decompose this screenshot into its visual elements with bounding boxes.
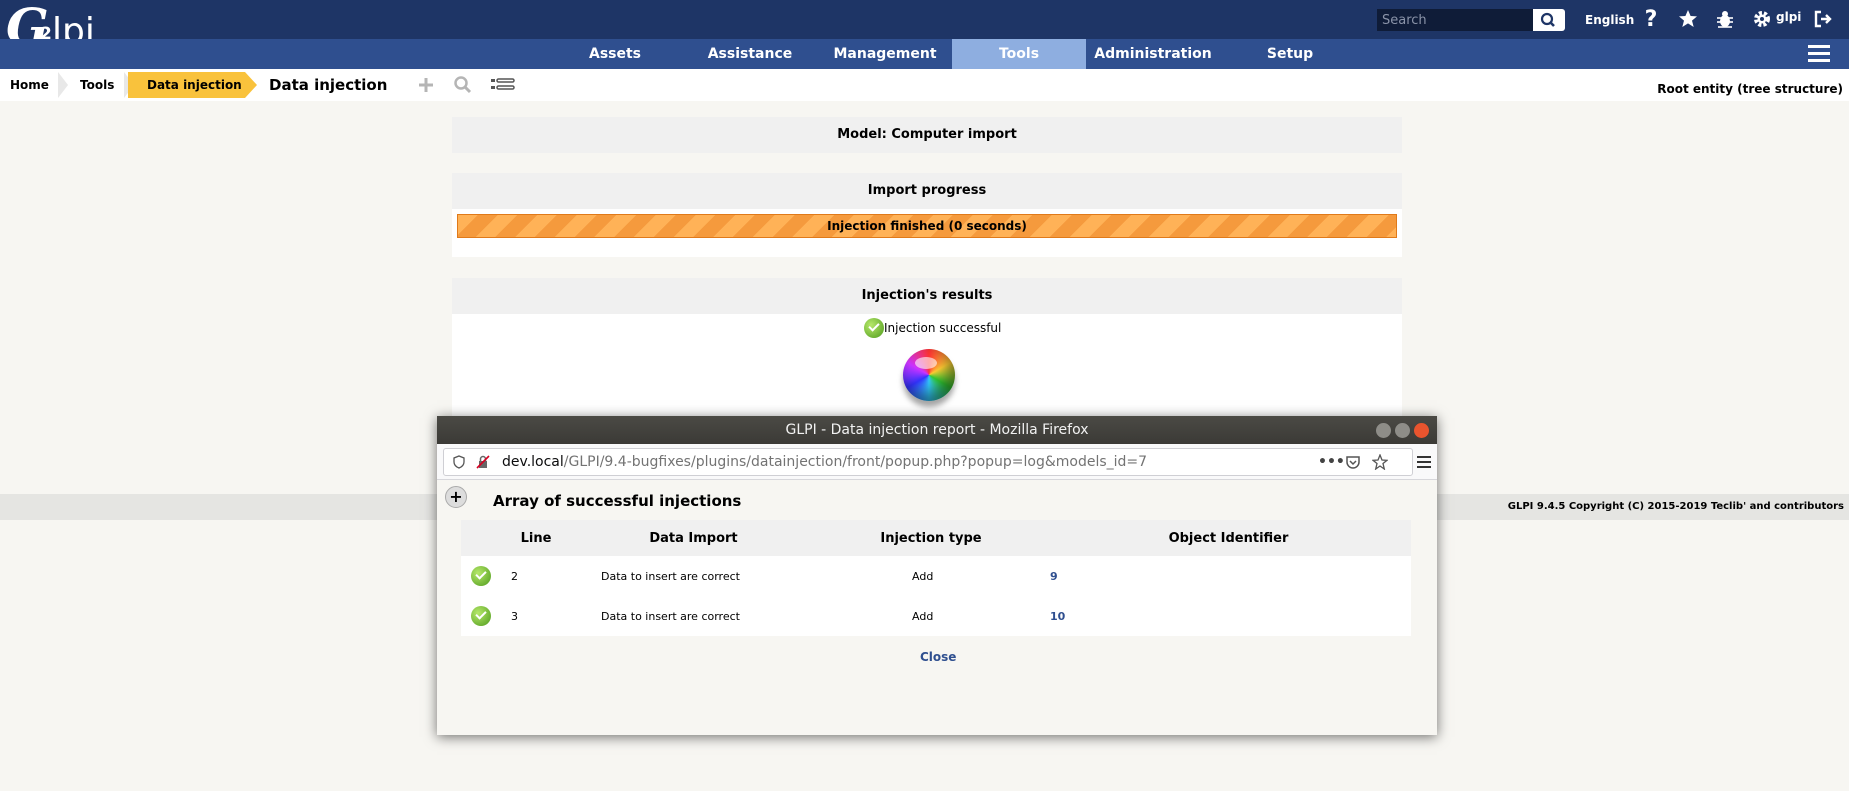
breadcrumb-data-injection[interactable]: Data injection (128, 72, 245, 98)
progress-bar: Injection finished (0 seconds) (457, 214, 1397, 238)
injection-status: Injection successful (864, 318, 1001, 338)
bug-icon[interactable] (1713, 7, 1737, 31)
close-window-button[interactable] (1414, 423, 1429, 438)
cell-data-import: Data to insert are correct (571, 596, 816, 636)
breadcrumb-tools[interactable]: Tools (70, 72, 126, 98)
menu-assets[interactable]: Assets (575, 39, 655, 69)
injection-results-header: Injection's results (452, 278, 1402, 314)
table-header-row: Line Data Import Injection type Object I… (461, 520, 1411, 556)
add-icon[interactable] (415, 75, 437, 95)
cell-line: 2 (501, 556, 571, 596)
popup-window-title: GLPI - Data injection report - Mozilla F… (785, 422, 1089, 438)
shield-icon[interactable] (452, 455, 466, 469)
bookmark-star-icon[interactable] (1372, 454, 1388, 470)
active-entity[interactable]: Root entity (tree structure) (1657, 82, 1843, 96)
main-menu: Assets Assistance Management Tools Admin… (0, 39, 1849, 69)
insecure-lock-icon[interactable] (476, 455, 490, 469)
import-progress-header: Import progress (452, 173, 1402, 209)
column-header-object-identifier[interactable]: Object Identifier (1046, 520, 1411, 556)
popup-heading: Array of successful injections (493, 492, 742, 510)
success-check-icon (471, 606, 491, 626)
menu-setup[interactable]: Setup (1260, 39, 1320, 69)
url-path: /GLPI/9.4-bugfixes/plugins/datainjection… (563, 454, 1148, 470)
page-actions-icon[interactable]: ••• (1318, 449, 1345, 475)
cell-injection-type: Add (816, 556, 1046, 596)
copyright-text[interactable]: GLPI 9.4.5 Copyright (C) 2015-2019 Tecli… (1508, 501, 1844, 512)
expand-plus-icon[interactable]: + (445, 486, 467, 508)
table-row: 3 Data to insert are correct Add 10 (461, 596, 1411, 636)
breadcrumb-bar: Home Tools Data injection Data injection (0, 69, 1849, 101)
user-name[interactable]: glpi (1776, 10, 1801, 24)
column-header-line[interactable]: Line (501, 520, 571, 556)
cell-injection-type: Add (816, 596, 1046, 636)
maximize-button[interactable] (1395, 423, 1410, 438)
search-list-icon[interactable] (452, 75, 474, 95)
breadcrumb-home[interactable]: Home (0, 72, 58, 98)
menu-administration[interactable]: Administration (1093, 39, 1213, 69)
url-host: dev.local (502, 454, 564, 470)
progress-text: Injection finished (0 seconds) (827, 219, 1027, 233)
report-color-ball-icon[interactable] (903, 349, 955, 401)
language-selector[interactable]: English (1585, 13, 1634, 27)
menu-management[interactable]: Management (830, 39, 940, 69)
report-popup-window: GLPI - Data injection report - Mozilla F… (437, 416, 1437, 735)
search-button[interactable] (1533, 9, 1565, 31)
injection-status-text: Injection successful (884, 321, 1002, 335)
object-id-link[interactable]: 9 (1050, 570, 1058, 583)
table-row: 2 Data to insert are correct Add 9 (461, 556, 1411, 596)
menu-hamburger-icon[interactable] (1808, 45, 1830, 63)
column-header-data-import[interactable]: Data Import (571, 520, 816, 556)
browser-url-bar: dev.local/GLPI/9.4-bugfixes/plugins/data… (437, 444, 1437, 480)
column-header-injection-type[interactable]: Injection type (816, 520, 1046, 556)
object-id-link[interactable]: 10 (1050, 610, 1065, 623)
search-icon (1540, 12, 1555, 27)
cell-data-import: Data to insert are correct (571, 556, 816, 596)
model-header: Model: Computer import (452, 117, 1402, 153)
success-check-icon (471, 566, 491, 586)
minimize-button[interactable] (1376, 423, 1391, 438)
page-title: Data injection (269, 76, 388, 94)
pocket-icon[interactable] (1345, 455, 1361, 469)
logout-icon[interactable] (1811, 7, 1835, 31)
top-header: G 2 lpi English ? glpi (0, 0, 1849, 52)
url-field[interactable]: dev.local/GLPI/9.4-bugfixes/plugins/data… (443, 448, 1413, 476)
menu-tools[interactable]: Tools (952, 39, 1086, 69)
help-icon[interactable]: ? (1639, 7, 1663, 32)
list-view-icon[interactable] (490, 75, 516, 95)
star-icon[interactable] (1676, 7, 1700, 31)
close-link[interactable]: Close (920, 650, 956, 664)
menu-assistance[interactable]: Assistance (700, 39, 800, 69)
gear-icon[interactable] (1750, 7, 1774, 31)
popup-title-bar[interactable]: GLPI - Data injection report - Mozilla F… (437, 416, 1437, 444)
search-input[interactable] (1377, 9, 1533, 31)
cell-line: 3 (501, 596, 571, 636)
browser-menu-icon[interactable] (1417, 455, 1431, 469)
success-check-icon (864, 318, 884, 338)
icon-column-header (461, 520, 501, 556)
injection-results-table: Line Data Import Injection type Object I… (461, 520, 1411, 636)
popup-content: + Array of successful injections Line Da… (437, 480, 1437, 735)
